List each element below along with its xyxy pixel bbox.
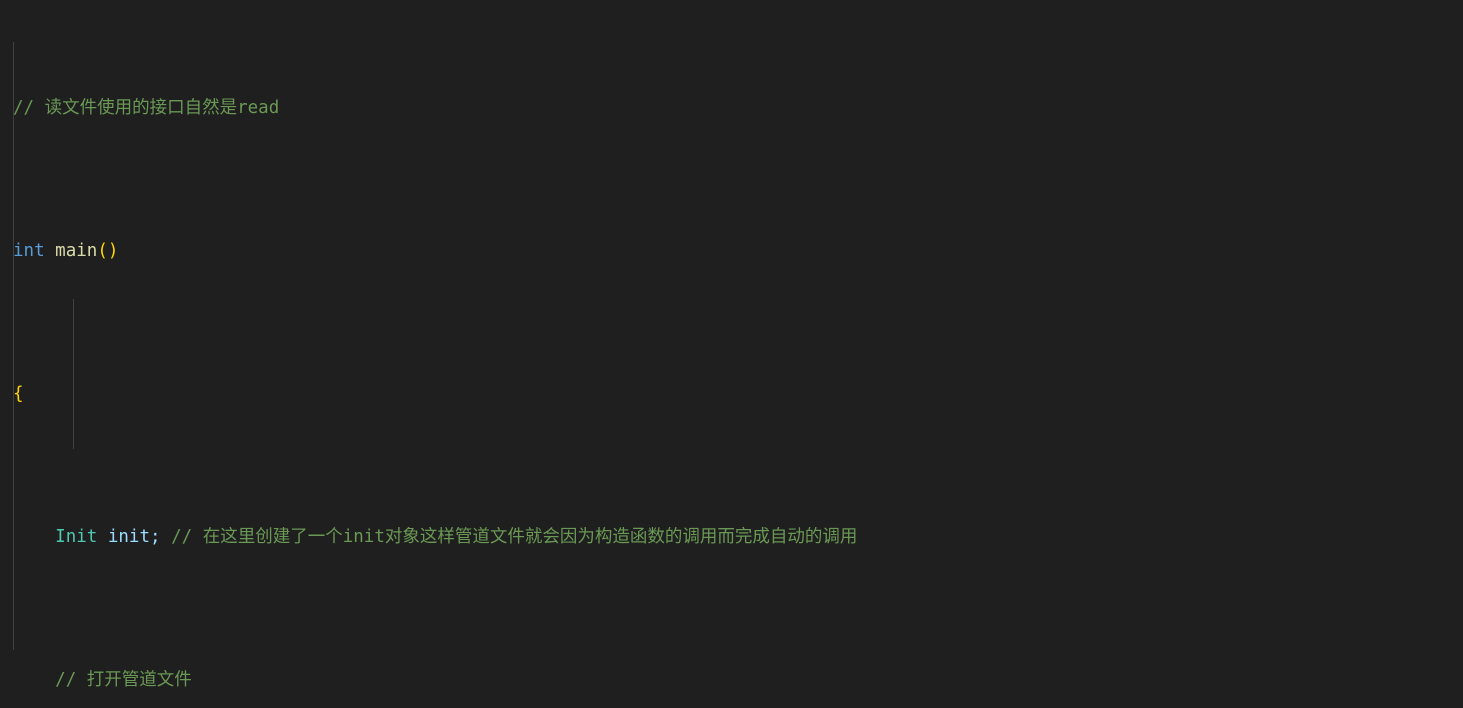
paren-open: ( xyxy=(97,241,108,262)
code-line[interactable]: // 读文件使用的接口自然是read xyxy=(0,94,1463,123)
code-line[interactable]: // 打开管道文件 xyxy=(0,666,1463,695)
type-Init: Init xyxy=(55,527,98,548)
code-surface[interactable]: // 读文件使用的接口自然是read int main() { Init ini… xyxy=(0,0,1463,708)
paren-close: ) xyxy=(107,241,119,262)
comment-token: // 在这里创建了一个init对象这样管道文件就会因为构造函数的调用而完成自动的… xyxy=(171,527,858,548)
code-line[interactable]: int main() xyxy=(0,237,1463,266)
function-main: main xyxy=(55,241,98,262)
keyword-int: int xyxy=(13,241,45,262)
comment-token: // 打开管道文件 xyxy=(55,670,192,691)
comment-token: // 读文件使用的接口自然是read xyxy=(13,98,280,119)
variable-init: init xyxy=(107,527,151,548)
code-line[interactable]: { xyxy=(0,380,1463,409)
brace-open: { xyxy=(13,384,24,405)
code-line[interactable]: Init init; // 在这里创建了一个init对象这样管道文件就会因为构造… xyxy=(0,523,1463,552)
semicolon: ; xyxy=(150,527,161,548)
code-editor[interactable]: // 读文件使用的接口自然是read int main() { Init ini… xyxy=(0,0,1463,708)
